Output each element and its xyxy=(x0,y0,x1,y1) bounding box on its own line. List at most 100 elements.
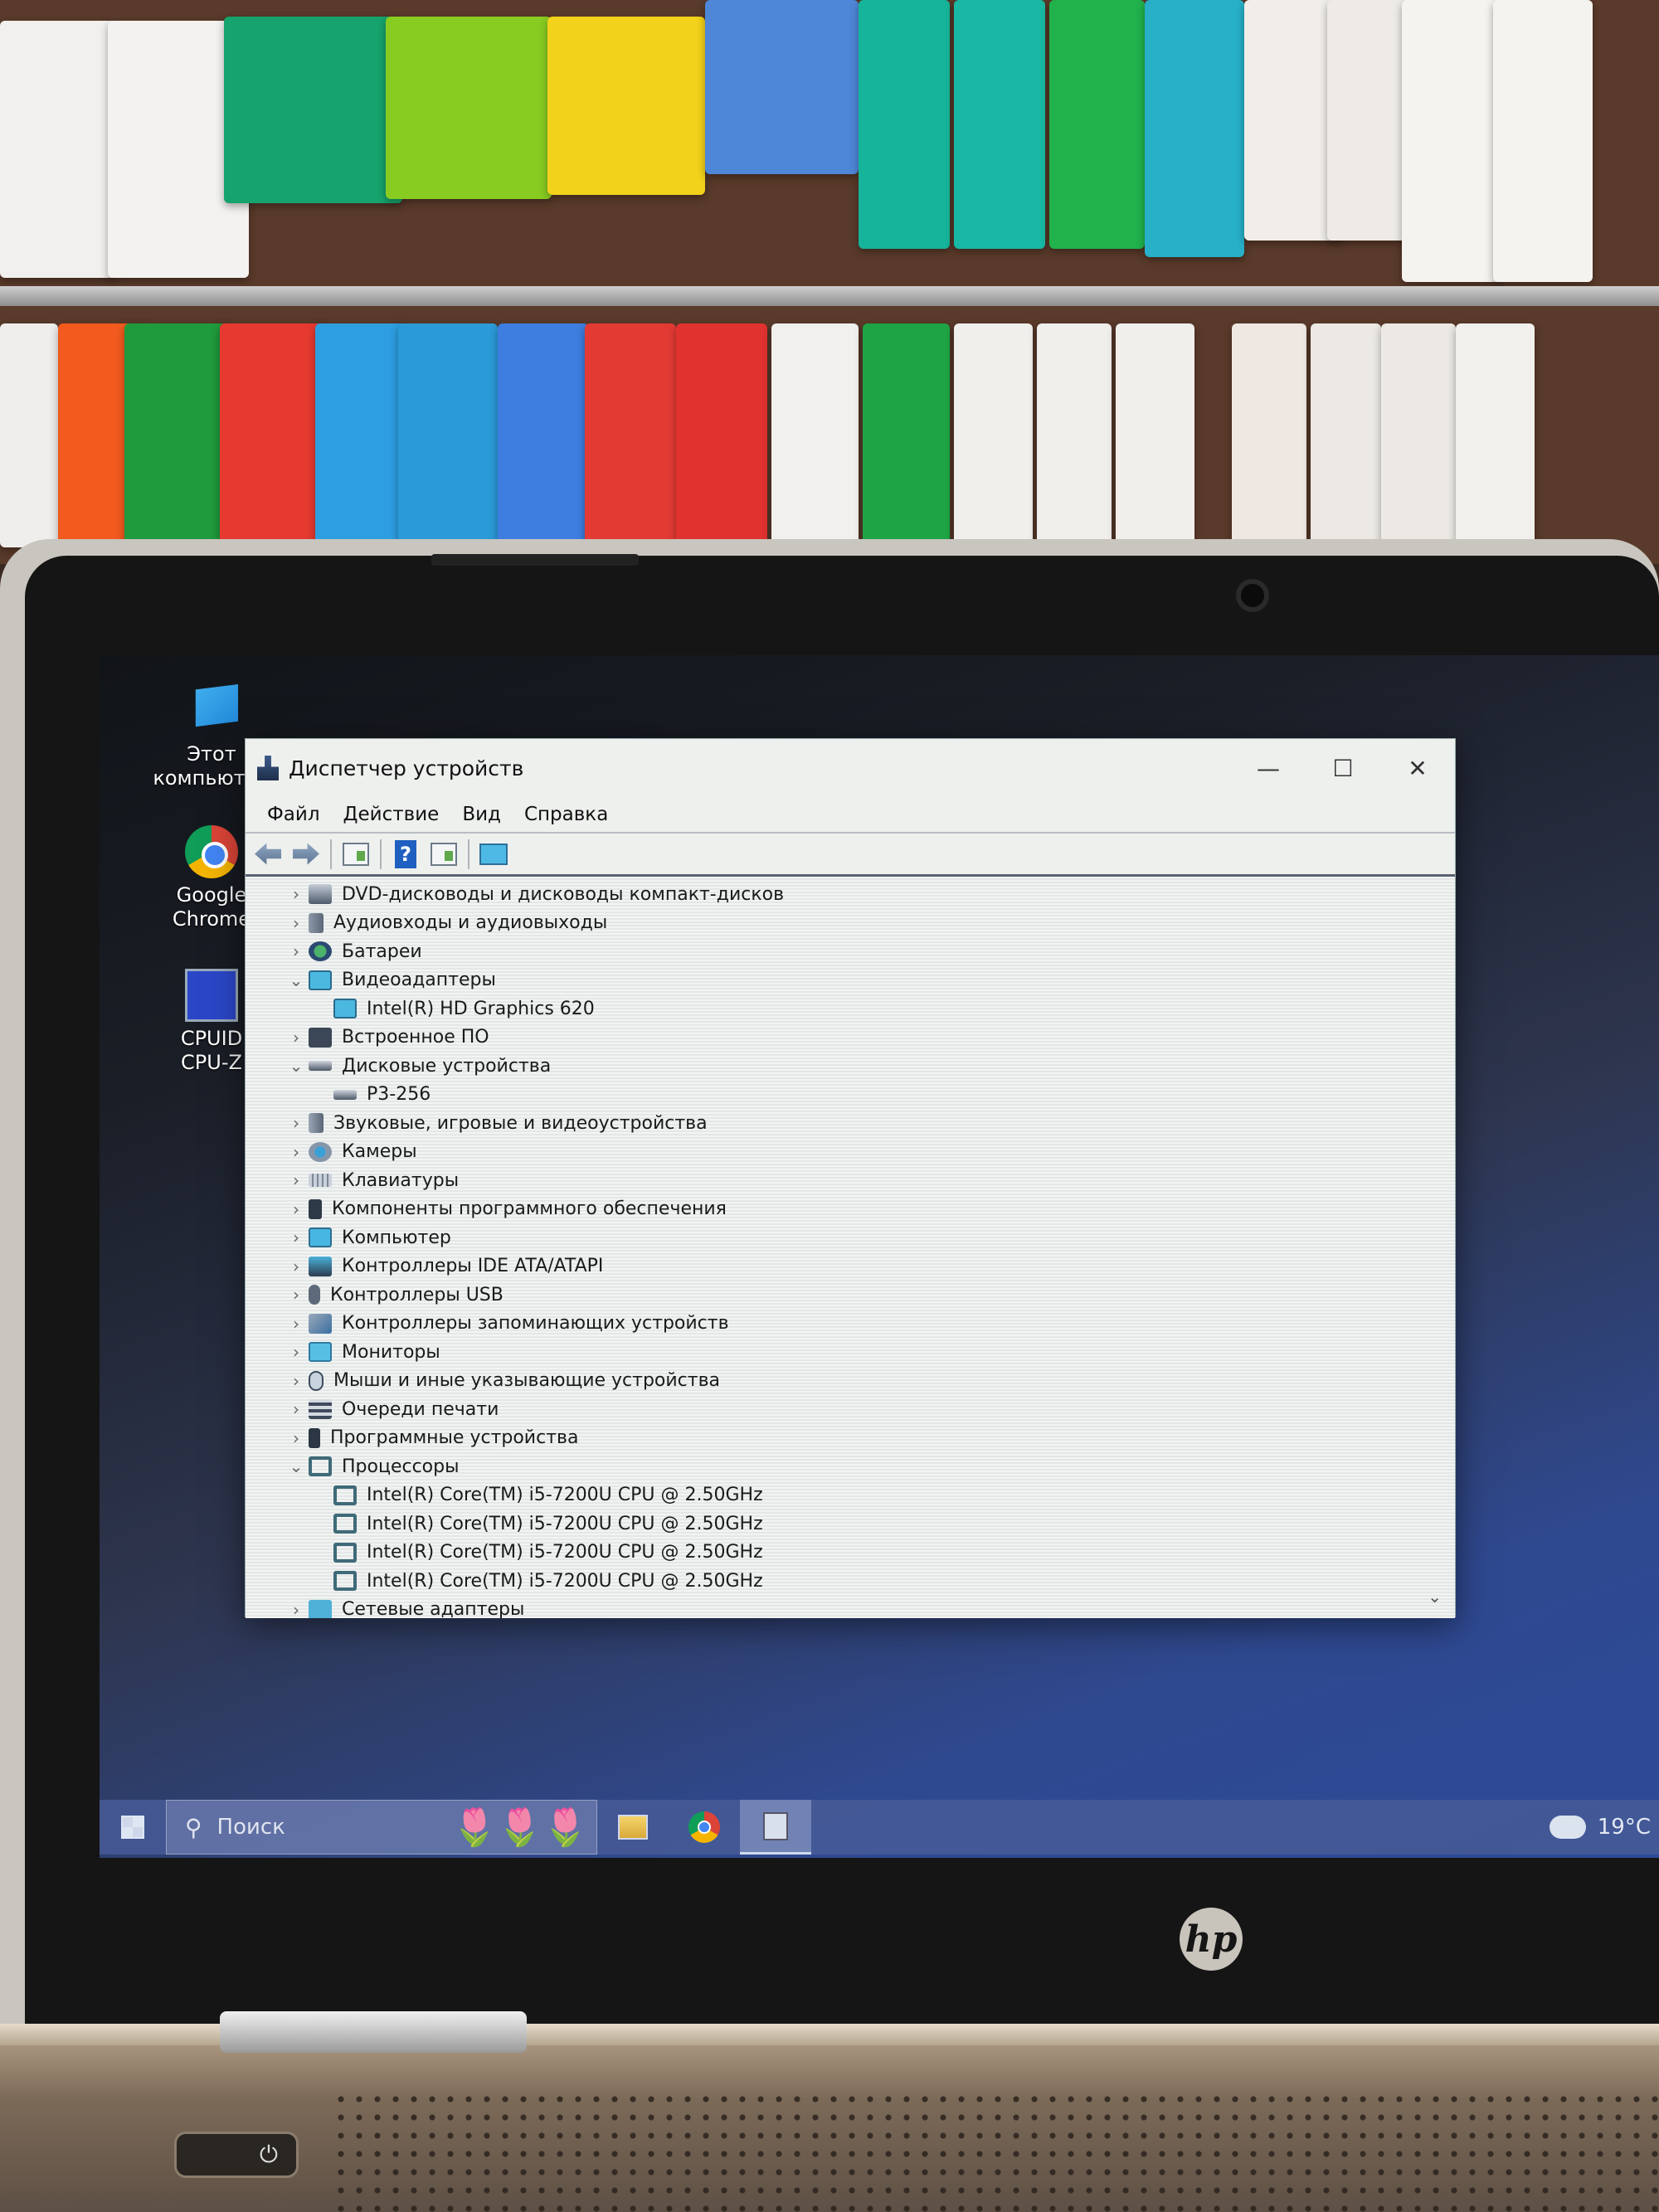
action-pane-button[interactable] xyxy=(430,840,458,868)
device-category[interactable]: › Контроллеры USB xyxy=(246,1281,1455,1310)
title-bar[interactable]: Диспетчер устройств — ☐ ✕ xyxy=(246,739,1455,797)
device-category[interactable]: ⌄ Видеоадаптеры xyxy=(246,966,1455,995)
chevron-right-icon[interactable]: › xyxy=(284,1228,309,1247)
device-category[interactable]: › Компьютер xyxy=(246,1223,1455,1252)
product-package xyxy=(0,323,58,547)
chevron-right-icon[interactable]: › xyxy=(284,1142,309,1162)
chevron-right-icon[interactable]: › xyxy=(284,1600,309,1618)
device-category[interactable]: › Очереди печати xyxy=(246,1395,1455,1424)
help-button[interactable]: ? xyxy=(392,839,420,868)
chevron-right-icon[interactable]: › xyxy=(284,941,309,961)
device-item[interactable]: Intel(R) Core(TM) i5-7200U CPU @ 2.50GHz xyxy=(246,1481,1455,1510)
chevron-right-icon[interactable]: › xyxy=(284,1314,309,1334)
show-hide-console-tree-button[interactable] xyxy=(342,840,370,868)
chevron-right-icon[interactable]: › xyxy=(284,1199,309,1219)
menu-view[interactable]: Вид xyxy=(450,800,513,829)
chevron-down-icon[interactable]: ⌄ xyxy=(284,1056,309,1076)
chrome-icon xyxy=(185,825,238,878)
chevron-right-icon[interactable]: › xyxy=(284,913,309,933)
toolbar-separator xyxy=(468,839,469,869)
device-item[interactable]: Intel(R) Core(TM) i5-7200U CPU @ 2.50GHz xyxy=(246,1539,1455,1568)
device-item[interactable]: Intel(R) Core(TM) i5-7200U CPU @ 2.50GHz xyxy=(246,1510,1455,1539)
chevron-right-icon[interactable]: › xyxy=(284,1170,309,1190)
product-package xyxy=(1493,0,1593,282)
device-item[interactable]: Intel(R) HD Graphics 620 xyxy=(246,994,1455,1023)
windows-logo-icon xyxy=(121,1816,144,1839)
device-category[interactable]: › Клавиатуры xyxy=(246,1166,1455,1195)
chevron-right-icon[interactable]: › xyxy=(284,1113,309,1133)
menu-file[interactable]: Файл xyxy=(255,800,332,829)
close-button[interactable]: ✕ xyxy=(1380,739,1455,797)
device-label: Аудиовходы и аудиовыходы xyxy=(333,912,608,934)
device-category[interactable]: ⌄ Дисковые устройства xyxy=(246,1052,1455,1081)
device-category[interactable]: › Встроенное ПО xyxy=(246,1023,1455,1053)
chevron-down-icon[interactable]: ⌄ xyxy=(284,1456,309,1476)
device-label: Мыши и иные указывающие устройства xyxy=(333,1370,721,1392)
weather-widget[interactable]: 19°C xyxy=(1549,1815,1651,1840)
product-package xyxy=(1232,323,1306,547)
chevron-right-icon[interactable]: › xyxy=(284,884,309,904)
speaker-grille xyxy=(332,2090,1659,2212)
product-package xyxy=(398,323,498,547)
device-item[interactable]: Intel(R) Core(TM) i5-7200U CPU @ 2.50GHz xyxy=(246,1567,1455,1596)
minimize-button[interactable]: — xyxy=(1231,739,1306,797)
device-category[interactable]: › Аудиовходы и аудиовыходы xyxy=(246,909,1455,938)
device-category[interactable]: › DVD-дисководы и дисководы компакт-диско… xyxy=(246,880,1455,909)
chevron-right-icon[interactable]: › xyxy=(284,1399,309,1419)
taskbar-device-manager[interactable] xyxy=(740,1800,811,1855)
product-package xyxy=(771,323,859,547)
device-category[interactable]: › Контроллеры запоминающих устройств xyxy=(246,1310,1455,1339)
cpuz-icon xyxy=(185,969,238,1022)
scroll-down-icon[interactable]: ⌄ xyxy=(1428,1587,1442,1607)
cpu-icon xyxy=(333,1542,357,1563)
start-button[interactable] xyxy=(100,1800,166,1855)
device-category[interactable]: › Контроллеры IDE ATA/ATAPI xyxy=(246,1252,1455,1281)
power-button[interactable]: ⏻ xyxy=(174,2132,299,2178)
chevron-right-icon[interactable]: › xyxy=(284,1342,309,1362)
taskbar-chrome[interactable] xyxy=(669,1800,740,1855)
chevron-right-icon[interactable]: › xyxy=(284,1428,309,1448)
device-label: P3-256 xyxy=(367,1084,431,1106)
product-package xyxy=(315,323,406,547)
cpu-icon xyxy=(333,1485,357,1505)
taskbar-search-box[interactable]: ⚲ Поиск 🌷🌷🌷 xyxy=(166,1800,597,1855)
device-label: Клавиатуры xyxy=(342,1169,460,1191)
chevron-right-icon[interactable]: › xyxy=(284,1371,309,1391)
product-package xyxy=(1456,323,1535,547)
scan-hardware-button[interactable] xyxy=(479,840,508,868)
device-category[interactable]: › Батареи xyxy=(246,937,1455,966)
device-category[interactable]: › Компоненты программного обеспечения xyxy=(246,1195,1455,1224)
taskbar-file-explorer[interactable] xyxy=(597,1800,669,1855)
usb-icon xyxy=(309,1285,320,1305)
device-category[interactable]: ⌄ Процессоры xyxy=(246,1452,1455,1481)
monitor-icon xyxy=(309,1342,332,1363)
taskbar: ⚲ Поиск 🌷🌷🌷 19°C xyxy=(100,1800,1659,1855)
device-item[interactable]: P3-256 xyxy=(246,1081,1455,1110)
keyboard-icon xyxy=(309,1174,332,1188)
menu-action[interactable]: Действие xyxy=(332,800,451,829)
device-category[interactable]: › Программные устройства xyxy=(246,1424,1455,1453)
back-button[interactable] xyxy=(254,840,282,868)
device-category[interactable]: › Мониторы xyxy=(246,1338,1455,1367)
product-package xyxy=(0,21,116,278)
weather-temperature: 19°C xyxy=(1597,1815,1651,1840)
chevron-right-icon[interactable]: › xyxy=(284,1285,309,1305)
chevron-down-icon[interactable]: ⌄ xyxy=(284,970,309,990)
toolbar: ? xyxy=(246,834,1455,877)
battery-icon xyxy=(309,941,332,962)
menu-help[interactable]: Справка xyxy=(513,800,620,829)
computer-icon xyxy=(309,1228,332,1248)
chevron-right-icon[interactable]: › xyxy=(284,1257,309,1276)
chevron-right-icon[interactable]: › xyxy=(284,1028,309,1048)
device-label: Очереди печати xyxy=(342,1398,499,1420)
forward-button[interactable] xyxy=(292,840,320,868)
product-package xyxy=(585,323,676,547)
product-package xyxy=(954,0,1045,249)
maximize-button[interactable]: ☐ xyxy=(1306,739,1380,797)
scan-hardware-icon xyxy=(479,843,508,865)
device-category[interactable]: › Камеры xyxy=(246,1138,1455,1167)
device-label: Intel(R) Core(TM) i5-7200U CPU @ 2.50GHz xyxy=(367,1542,763,1563)
device-category[interactable]: › Мыши и иные указывающие устройства xyxy=(246,1367,1455,1396)
device-category[interactable]: › Сетевые адаптеры xyxy=(246,1596,1455,1618)
device-category[interactable]: › Звуковые, игровые и видеоустройства xyxy=(246,1109,1455,1138)
